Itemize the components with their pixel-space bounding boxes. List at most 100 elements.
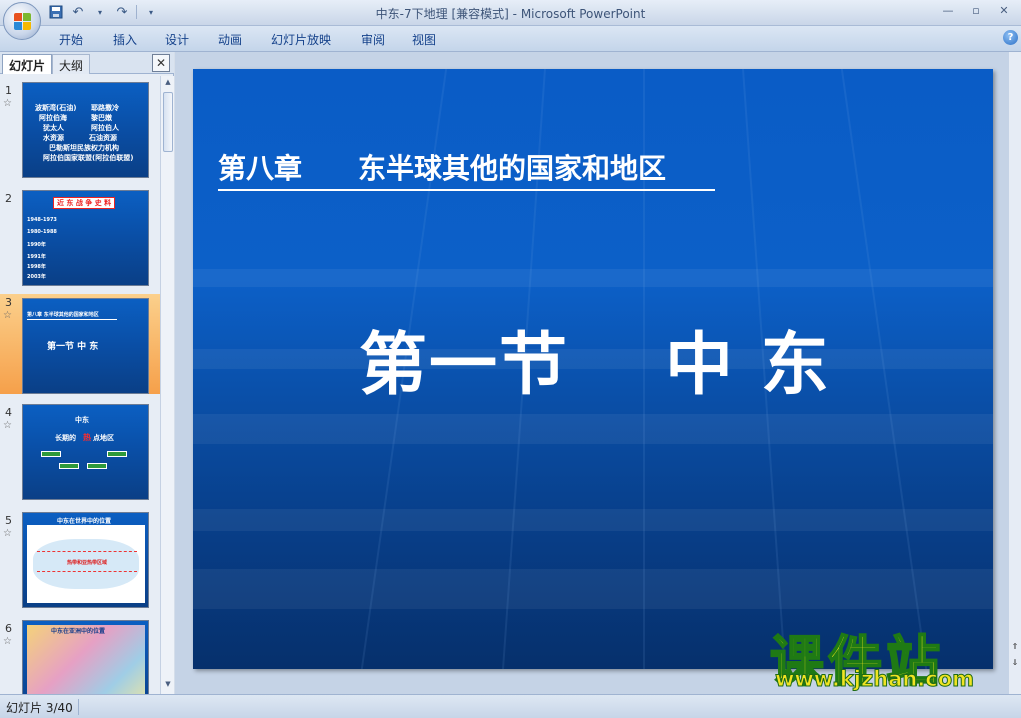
thumbnail-slide-1[interactable]: 波斯湾(石油) 耶路撒冷 阿拉伯海 黎巴嫩 犹太人 阿拉伯人 水资源 石油资源 …: [22, 82, 149, 178]
previous-slide-icon[interactable]: ⇑: [1010, 642, 1020, 651]
title-bar: ↶ ▾ ↷ ▾ 中东-7下地理 [兼容模式] - Microsoft Power…: [0, 0, 1021, 26]
thumb-text: 长期的: [55, 434, 76, 442]
chapter-heading[interactable]: 第八章 东半球其他的国家和地区: [218, 147, 666, 187]
section-name: 中 东: [665, 326, 831, 405]
slide-indicator: 幻灯片 3/40: [6, 701, 73, 715]
thumbnail-number: 4: [5, 406, 12, 419]
thumb-box: [87, 463, 107, 469]
heading-underline: [218, 189, 715, 191]
tab-home[interactable]: 开始: [59, 31, 83, 48]
thumbnail-number: 2: [5, 192, 12, 205]
animation-star-icon: ☆: [3, 98, 12, 109]
current-slide[interactable]: 第八章 东半球其他的国家和地区 第一节 中 东: [193, 69, 993, 669]
animation-star-icon: ☆: [3, 420, 12, 431]
animation-star-icon: ☆: [3, 310, 12, 321]
tab-review[interactable]: 审阅: [361, 31, 385, 48]
animation-star-icon: ☆: [3, 528, 12, 539]
thumb-text: 犹太人: [43, 124, 64, 132]
thumb-text: 热: [83, 433, 91, 442]
bg-stripe: [193, 509, 993, 531]
thumb-text: 中东在世界中的位置: [57, 518, 112, 525]
document-title: 中东-7下地理 [兼容模式]: [375, 7, 509, 21]
thumb-text: 1948-1973: [27, 217, 57, 223]
thumbnail-number: 3: [5, 296, 12, 309]
help-icon[interactable]: ?: [1003, 30, 1018, 45]
editor-scrollbar[interactable]: ⇑ ⇓: [1009, 52, 1021, 694]
chapter-number: 第八章: [218, 152, 303, 185]
thumb-text: 耶路撒冷: [91, 104, 119, 112]
thumbnail-slide-2[interactable]: 近 东 战 争 史 料 1948-1973 1980-1988 1990年 19…: [22, 190, 149, 286]
maximize-icon[interactable]: ▫: [963, 2, 989, 20]
animation-star-icon: ☆: [3, 636, 12, 647]
scroll-down-icon[interactable]: ▼: [163, 680, 173, 690]
minimize-icon[interactable]: —: [935, 2, 961, 20]
close-icon[interactable]: ✕: [152, 54, 170, 72]
thumb-text: 黎巴嫩: [91, 114, 112, 122]
asia-map-thumb: [27, 625, 145, 694]
tab-animations[interactable]: 动画: [218, 31, 242, 48]
section-number: 第一节: [359, 326, 570, 405]
thumbnail-slide-5[interactable]: 中东在世界中的位置 热带和亚热带区域: [22, 512, 149, 608]
thumb-box: [107, 451, 127, 457]
status-bar: 幻灯片 3/40: [0, 694, 1021, 718]
office-button[interactable]: [3, 2, 41, 40]
thumb-text: 中东: [75, 416, 89, 424]
watermark-url: www.kjzhan.com: [774, 667, 975, 692]
thumb-text: 1980-1988: [27, 229, 57, 235]
thumbnail-row-1[interactable]: 1 ☆ 波斯湾(石油) 耶路撒冷 阿拉伯海 黎巴嫩 犹太人 阿拉伯人 水资源 石…: [0, 82, 160, 182]
thumb-text: 1998年: [27, 264, 46, 270]
thumb-underline: [27, 319, 117, 320]
tab-slideshow[interactable]: 幻灯片放映: [271, 31, 331, 48]
thumb-text: 水资源: [43, 134, 64, 142]
tab-design[interactable]: 设计: [165, 31, 189, 48]
scroll-up-icon[interactable]: ▲: [163, 78, 173, 88]
thumb-text: 波斯湾(石油): [35, 104, 77, 112]
tab-slides[interactable]: 幻灯片: [2, 54, 53, 74]
thumbnail-row-4[interactable]: 4 ☆ 中东 长期的 热 点地区: [0, 404, 160, 504]
thumb-text: 阿拉伯人: [91, 124, 119, 132]
thumbnail-number: 1: [5, 84, 12, 97]
thumb-text: 第一节 中 东: [47, 342, 99, 352]
thumb-text: 点地区: [93, 434, 114, 442]
tropic-line: [37, 571, 137, 572]
tab-outline[interactable]: 大纲: [52, 54, 91, 74]
slide-editor: 第八章 东半球其他的国家和地区 第一节 中 东: [175, 52, 1021, 694]
chapter-title: 东半球其他的国家和地区: [358, 152, 667, 185]
panel-tabs: 幻灯片 大纲 ✕: [0, 52, 174, 74]
thumbnail-row-2[interactable]: 2 近 东 战 争 史 料 1948-1973 1980-1988 1990年 …: [0, 190, 160, 290]
office-logo-icon: [14, 13, 32, 31]
next-slide-icon[interactable]: ⇓: [1010, 658, 1020, 667]
thumbnail-number: 6: [5, 622, 12, 635]
scroll-thumb[interactable]: [163, 92, 173, 152]
close-icon[interactable]: ✕: [991, 2, 1017, 20]
thumbnail-slide-6[interactable]: 中东在亚洲中的位置: [22, 620, 149, 694]
bg-stripe: [193, 569, 993, 609]
thumb-text: 2003年: [27, 274, 46, 280]
thumbnail-scrollbar[interactable]: ▲ ▼: [160, 76, 174, 694]
thumb-text: 热带和亚热带区域: [67, 560, 108, 566]
title-separator: -: [512, 7, 517, 21]
status-separator: [78, 699, 79, 715]
app-name: Microsoft PowerPoint: [520, 7, 646, 21]
section-title[interactable]: 第一节 中 东: [359, 309, 831, 408]
thumb-text: 第八章 东半球其他的国家和地区: [27, 312, 99, 318]
thumbnail-row-3-selected[interactable]: 3 ☆ 第八章 东半球其他的国家和地区 第一节 中 东: [0, 294, 160, 394]
world-map-thumb: 热带和亚热带区域: [27, 525, 145, 603]
thumbnail-slide-3[interactable]: 第八章 东半球其他的国家和地区 第一节 中 东: [22, 298, 149, 394]
thumbnail-row-5[interactable]: 5 ☆ 中东在世界中的位置 热带和亚热带区域: [0, 512, 160, 612]
thumbnail-slide-4[interactable]: 中东 长期的 热 点地区: [22, 404, 149, 500]
tab-insert[interactable]: 插入: [113, 31, 137, 48]
slides-panel: 幻灯片 大纲 ✕ 1 ☆ 波斯湾(石油) 耶路撒冷 阿拉伯海 黎巴嫩 犹太人 阿…: [0, 52, 174, 694]
thumb-text: 1991年: [27, 254, 46, 260]
thumbnail-row-6[interactable]: 6 ☆ 中东在亚洲中的位置: [0, 620, 160, 694]
thumb-text: 近 东 战 争 史 料: [53, 197, 116, 209]
tropic-line: [37, 551, 137, 552]
ribbon-tabs: 开始 插入 设计 动画 幻灯片放映 审阅 视图 ?: [0, 26, 1021, 52]
bg-stripe: [193, 414, 993, 444]
thumb-text: 巴勒斯坦民族权力机构: [49, 144, 119, 152]
thumb-text: 阿拉伯国家联盟(阿拉伯联盟): [43, 154, 134, 162]
thumb-text: 1990年: [27, 242, 46, 248]
tab-view[interactable]: 视图: [412, 31, 436, 48]
thumb-text: 阿拉伯海: [39, 114, 67, 122]
thumb-text: 石油资源: [89, 134, 117, 142]
